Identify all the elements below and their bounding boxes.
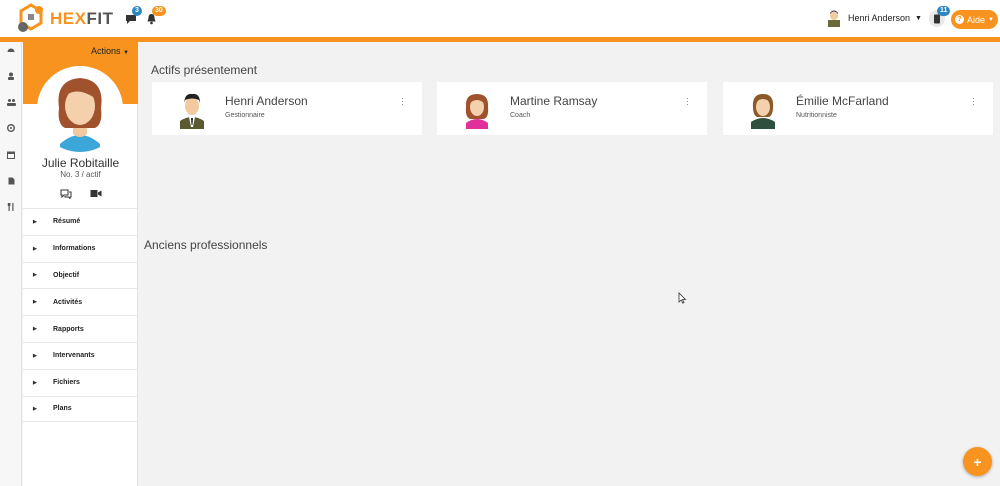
menu-item-label: Activités: [53, 298, 83, 306]
arrow-right-icon: ▶: [33, 245, 37, 252]
arrow-right-icon: ▶: [33, 352, 37, 359]
app-logo[interactable]: HEXFIT: [14, 2, 113, 36]
calendar-icon[interactable]: [6, 150, 16, 160]
profile-name: Julie Robitaille: [41, 156, 120, 170]
help-button[interactable]: ? Aide ▼: [951, 10, 998, 29]
comments-icon[interactable]: [60, 189, 72, 199]
phone-badge: 11: [937, 6, 951, 16]
chat-button[interactable]: 3: [125, 6, 142, 24]
woman-avatar-icon: [37, 66, 123, 152]
logo-mark-icon: [18, 3, 43, 32]
logo-text-hex: HEX: [50, 9, 87, 28]
professional-role: Nutritionniste: [796, 112, 837, 119]
menu-item-resume[interactable]: ▶ Résumé: [23, 208, 138, 235]
man-avatar-icon: [180, 93, 204, 129]
actions-label: Actions: [91, 46, 121, 56]
notifications-button[interactable]: 30: [146, 6, 166, 25]
profile-avatar: [37, 66, 123, 152]
menu-item-activites[interactable]: ▶ Activités: [23, 288, 138, 315]
menu-item-label: Objectif: [53, 271, 80, 279]
help-caret-icon: ▼: [988, 16, 994, 23]
menu-item-label: Plans: [53, 405, 72, 413]
menu-item-label: Rapports: [53, 325, 84, 333]
chat-badge: 3: [132, 6, 142, 16]
menu-item-fichiers[interactable]: ▶ Fichiers: [23, 368, 138, 396]
actions-dropdown[interactable]: Actions ▼: [91, 46, 129, 56]
users-icon[interactable]: [6, 97, 16, 107]
phone-button[interactable]: 11: [929, 6, 951, 27]
arrow-right-icon: ▶: [33, 272, 37, 279]
menu-item-informations[interactable]: ▶ Informations: [23, 234, 138, 262]
menu-item-label: Résumé: [53, 218, 81, 226]
menu-item-plans[interactable]: ▶ Plans: [23, 395, 138, 423]
video-camera-icon[interactable]: [90, 189, 102, 198]
menu-item-rapports[interactable]: ▶ Rapports: [23, 315, 138, 342]
help-label: Aide: [967, 14, 986, 25]
profile-subtitle: No. 3 / actif: [60, 170, 101, 179]
user-menu[interactable]: Henri Anderson ▼: [826, 9, 922, 27]
more-options-icon[interactable]: · · ·: [401, 95, 404, 109]
active-section-title: Actifs présentement: [151, 63, 258, 77]
professional-role: Coach: [510, 112, 531, 119]
profile-panel: Actions ▼ Julie Robitaille No. 3 / actif…: [23, 42, 138, 486]
user-icon[interactable]: [6, 71, 16, 81]
icon-rail: [0, 42, 22, 486]
help-icon: ?: [955, 15, 965, 24]
file-icon[interactable]: [6, 176, 16, 186]
profile-menu: ▶ Résumé ▶ Informations ▶ Objectif ▶ Activit…: [23, 208, 138, 423]
utensils-icon[interactable]: [6, 202, 16, 212]
menu-item-intervenants[interactable]: ▶ Intervenants: [23, 341, 138, 369]
more-options-icon[interactable]: · · ·: [972, 95, 975, 109]
user-avatar-icon: [828, 10, 840, 27]
professional-name: Henri Anderson: [225, 94, 308, 108]
header-accent-line: [0, 37, 1000, 42]
menu-item-label: Intervenants: [53, 352, 95, 360]
menu-item-objectif[interactable]: ▶ Objectif: [23, 261, 138, 289]
woman-avatar-icon: [751, 94, 775, 129]
professional-role: Gestionnaire: [225, 112, 265, 119]
logo-text: HEXFIT: [50, 9, 113, 29]
profile-quick-actions: [23, 189, 138, 199]
more-options-icon[interactable]: · · ·: [686, 95, 689, 109]
arrow-right-icon: ▶: [33, 405, 37, 412]
arrow-right-icon: ▶: [33, 299, 37, 306]
professional-card[interactable]: Henri Anderson Gestionnaire · · ·: [152, 82, 422, 135]
professional-card[interactable]: Émilie McFarland Nutritionniste · · ·: [723, 82, 993, 135]
woman-avatar-icon: [465, 94, 489, 129]
add-button[interactable]: +: [963, 447, 992, 476]
professional-card[interactable]: Martine Ramsay Coach · · ·: [437, 82, 707, 135]
arrow-right-icon: ▶: [33, 218, 37, 225]
professional-name: Émilie McFarland: [796, 94, 889, 108]
professional-name: Martine Ramsay: [510, 94, 598, 108]
mouse-cursor-icon: [678, 292, 687, 304]
caret-down-icon: ▼: [915, 14, 922, 22]
former-section-title: Anciens professionnels: [144, 238, 268, 252]
target-icon[interactable]: [6, 123, 16, 133]
dashboard-icon[interactable]: [6, 45, 16, 55]
notifications-badge: 30: [152, 6, 166, 16]
actions-caret-icon: ▼: [123, 50, 129, 56]
menu-item-label: Fichiers: [53, 379, 80, 387]
menu-item-label: Informations: [53, 245, 96, 253]
logo-text-fit: FIT: [86, 9, 114, 28]
user-name: Henri Anderson: [848, 13, 911, 23]
arrow-right-icon: ▶: [33, 326, 37, 333]
top-bar: HEXFIT 3 30 Henri Anderson ▼ 11 ? Aide ▼: [0, 0, 1000, 37]
arrow-right-icon: ▶: [33, 379, 37, 386]
